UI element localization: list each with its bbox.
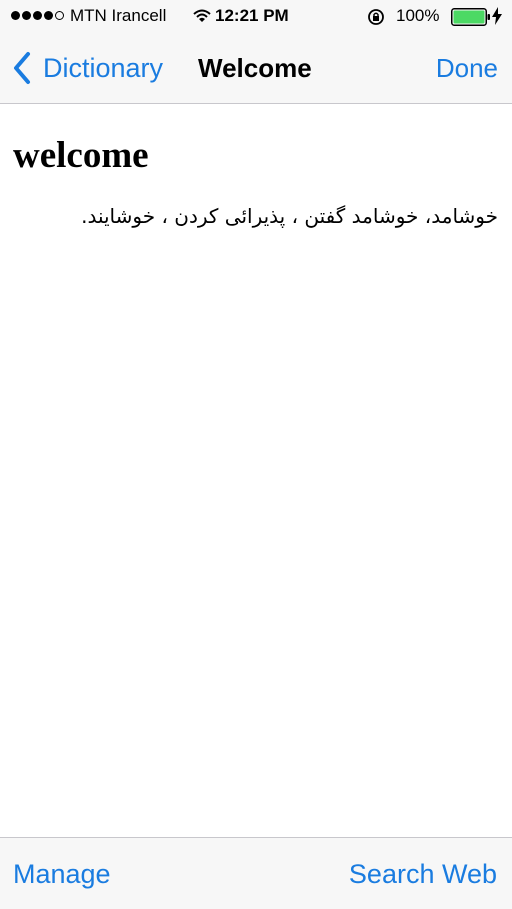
status-bar: MTN Irancell 12:21 PM 100% [0, 0, 512, 33]
manage-button[interactable]: Manage [13, 859, 111, 890]
done-button[interactable]: Done [436, 53, 498, 84]
signal-dot [11, 11, 20, 20]
navigation-bar: Dictionary Welcome Done [0, 33, 512, 104]
back-button-label: Dictionary [43, 52, 164, 83]
dictionary-screen: MTN Irancell 12:21 PM 100% Dictionary We… [0, 0, 512, 909]
page-title: Welcome [198, 53, 312, 83]
signal-dot [44, 11, 53, 20]
wifi-icon [193, 8, 211, 28]
dictionary-entry: welcome خوشامد، خوشامد گفتن ، پذیرائی کر… [0, 104, 512, 837]
battery-icon [451, 8, 491, 31]
search-web-button[interactable]: Search Web [349, 859, 497, 890]
battery-percent: 100% [396, 6, 440, 25]
entry-definition: خوشامد، خوشامد گفتن ، پذیرائی کردن ، خوش… [81, 204, 498, 228]
status-time: 12:21 PM [215, 6, 289, 25]
entry-headword: welcome [13, 135, 149, 176]
carrier-name: MTN Irancell [70, 6, 167, 25]
charging-bolt-icon [491, 7, 503, 30]
signal-dot [22, 11, 31, 20]
rotation-lock-icon [367, 8, 385, 31]
bottom-toolbar: Manage Search Web [0, 837, 512, 909]
signal-dot [33, 11, 42, 20]
chevron-left-icon [14, 52, 30, 84]
signal-dots-icon [11, 11, 64, 20]
signal-dot-empty [55, 11, 64, 20]
back-button[interactable]: Dictionary [11, 51, 163, 85]
